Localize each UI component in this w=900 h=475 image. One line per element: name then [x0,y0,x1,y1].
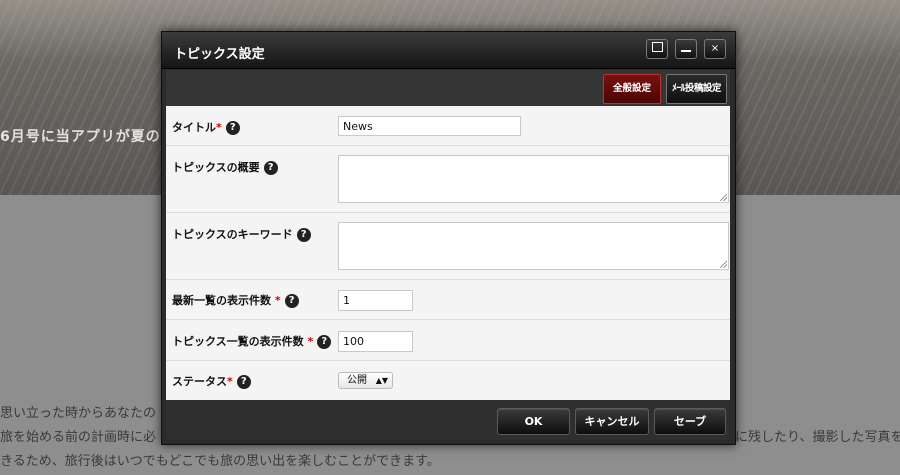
help-icon[interactable]: ? [284,294,299,308]
maximize-button[interactable] [646,39,668,59]
ok-button[interactable]: OK [497,408,570,435]
field-label: トピックスの概要? [172,159,278,175]
topics-settings-dialog: トピックス設定 × 全般設定 ﾒｰﾙ投稿設定 タイトル*? トピックスの概要? [161,31,736,445]
dialog-title: トピックス設定 [174,47,265,62]
summary-textarea[interactable] [338,155,729,203]
dialog-title-bar[interactable]: トピックス設定 × [162,32,735,69]
cancel-button[interactable]: キャンセル [575,408,649,435]
field-label: トピックス一覧の表示件数 *? [172,333,332,349]
close-icon: × [710,43,720,54]
resize-handle[interactable] [720,261,727,268]
form-row-latest-count: 最新一覧の表示件数 *? [166,280,730,320]
tab-mail-post-settings[interactable]: ﾒｰﾙ投稿設定 [666,74,727,104]
help-icon[interactable]: ? [296,228,311,242]
field-label: ステータス*? [172,373,251,389]
latest-count-input[interactable] [338,290,413,311]
minimize-button[interactable] [675,39,697,59]
list-count-input[interactable] [338,331,413,352]
help-icon[interactable]: ? [263,161,278,175]
select-arrows-icon: ▲▼ [375,376,388,385]
keywords-textarea[interactable] [338,222,729,270]
field-label: トピックスのキーワード? [172,226,311,242]
minimize-icon [681,50,691,52]
settings-form: タイトル*? トピックスの概要? トピックスのキーワード? 最新一覧の表 [166,106,730,400]
help-icon[interactable]: ? [236,375,251,389]
field-label: タイトル*? [172,119,240,135]
background-text-line: 思い立った時からあなたの [0,406,157,421]
save-button[interactable]: セーブ [654,408,726,435]
dialog-footer: OK キャンセル セーブ [166,400,730,440]
required-marker: * [307,335,314,348]
required-marker: * [216,121,222,134]
maximize-icon [651,42,663,52]
close-button[interactable]: × [704,39,726,59]
background-text-line: に残したり、撮影した写真を [735,430,900,445]
form-row-summary: トピックスの概要? [166,146,730,213]
required-marker: * [227,375,233,388]
help-icon[interactable]: ? [225,121,240,135]
form-row-status: ステータス*? 公開 ▲▼ [166,361,730,400]
form-row-keywords: トピックスのキーワード? [166,213,730,280]
background-text-line: きるため、旅行後はいつでもどこでも旅の思い出を楽しむことができます。 [0,454,440,469]
resize-handle[interactable] [720,194,727,201]
status-select[interactable]: 公開 ▲▼ [338,372,393,389]
tab-general-settings[interactable]: 全般設定 [603,74,661,104]
form-row-title: タイトル*? [166,106,730,146]
settings-tab-bar: 全般設定 ﾒｰﾙ投稿設定 [166,70,730,106]
field-label: 最新一覧の表示件数 *? [172,292,299,308]
form-row-list-count: トピックス一覧の表示件数 *? [166,320,730,361]
required-marker: * [274,294,281,307]
title-input[interactable] [338,116,521,136]
background-text-line: 旅を始める前の計画時に必 [0,430,157,445]
help-icon[interactable]: ? [317,335,332,349]
